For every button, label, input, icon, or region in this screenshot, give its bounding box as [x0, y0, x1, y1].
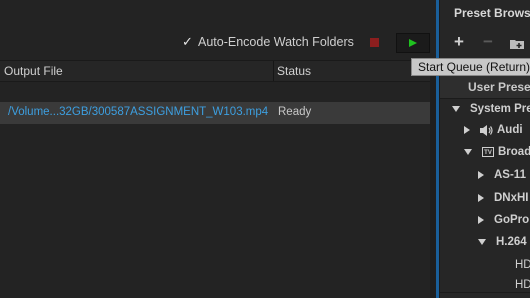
tv-icon: TV	[482, 147, 494, 157]
user-presets-label: User Preset	[468, 80, 530, 94]
collapse-arrow-icon[interactable]	[478, 194, 484, 202]
preset-browser-panel: Preset Browser + − User Preset System Pr…	[439, 0, 530, 298]
speaker-icon	[480, 124, 493, 136]
output-file-link[interactable]: /Volume...32GB/300587ASSIGNMENT_W103.mp4	[8, 106, 268, 118]
preset-toolbar: + −	[440, 28, 530, 58]
add-preset-icon[interactable]: +	[454, 33, 464, 50]
tree-item-label: AS-11	[494, 169, 526, 181]
tree-item-label: H.264	[496, 236, 527, 248]
tree-item-label: Broad	[498, 146, 530, 158]
divider	[440, 292, 530, 293]
queue-toolbar: ✓ Auto-Encode Watch Folders	[0, 0, 436, 61]
user-presets-header[interactable]: User Preset	[440, 75, 530, 99]
table-row[interactable]: /Volume...32GB/300587ASSIGNMENT_W103.mp4…	[0, 102, 430, 124]
queue-panel: ✓ Auto-Encode Watch Folders Output File …	[0, 0, 436, 298]
tree-item-label: System Pre	[470, 103, 530, 115]
column-divider[interactable]	[273, 61, 274, 81]
collapse-arrow-icon[interactable]	[464, 126, 470, 134]
expand-arrow-icon[interactable]	[452, 106, 460, 112]
tree-item-label: HD	[515, 259, 530, 271]
play-icon	[409, 39, 417, 47]
tree-item-dnxhd[interactable]: DNxHI	[478, 187, 529, 209]
expand-arrow-icon[interactable]	[464, 149, 472, 155]
queue-table-header: Output File Status	[0, 61, 430, 82]
tree-item-as11[interactable]: AS-11	[478, 164, 526, 186]
tree-item-system-presets[interactable]: System Pre	[452, 98, 530, 120]
tree-item-label: HD	[515, 279, 530, 291]
column-header-output-file[interactable]: Output File	[4, 64, 63, 78]
column-header-status[interactable]: Status	[277, 64, 311, 78]
tree-item-audio[interactable]: Audi	[464, 119, 523, 141]
auto-encode-label: Auto-Encode Watch Folders	[198, 35, 354, 49]
status-cell: Ready	[278, 106, 312, 118]
tree-item-label: DNxHI	[494, 192, 529, 204]
tree-item-label: GoPro	[494, 214, 530, 226]
tree-item-preset-hd-1[interactable]: HD	[515, 254, 530, 276]
remove-preset-icon[interactable]: −	[483, 33, 493, 50]
tree-item-gopro[interactable]: GoPro	[478, 209, 529, 231]
preset-browser-title: Preset Browser	[454, 6, 530, 20]
tree-item-h264[interactable]: H.264	[478, 231, 527, 253]
collapse-arrow-icon[interactable]	[478, 216, 484, 224]
expand-arrow-icon[interactable]	[478, 239, 486, 245]
stop-queue-button[interactable]	[370, 38, 379, 47]
auto-encode-toggle[interactable]: ✓ Auto-Encode Watch Folders	[182, 35, 354, 50]
start-queue-button[interactable]	[396, 33, 430, 53]
start-queue-tooltip: Start Queue (Return)	[411, 58, 530, 76]
tree-item-label: Audi	[497, 124, 523, 136]
tree-item-broadcast[interactable]: TV Broad	[464, 141, 530, 163]
new-group-folder-icon[interactable]	[510, 38, 524, 49]
auto-encode-checkbox[interactable]: ✓	[182, 35, 194, 49]
collapse-arrow-icon[interactable]	[478, 171, 484, 179]
